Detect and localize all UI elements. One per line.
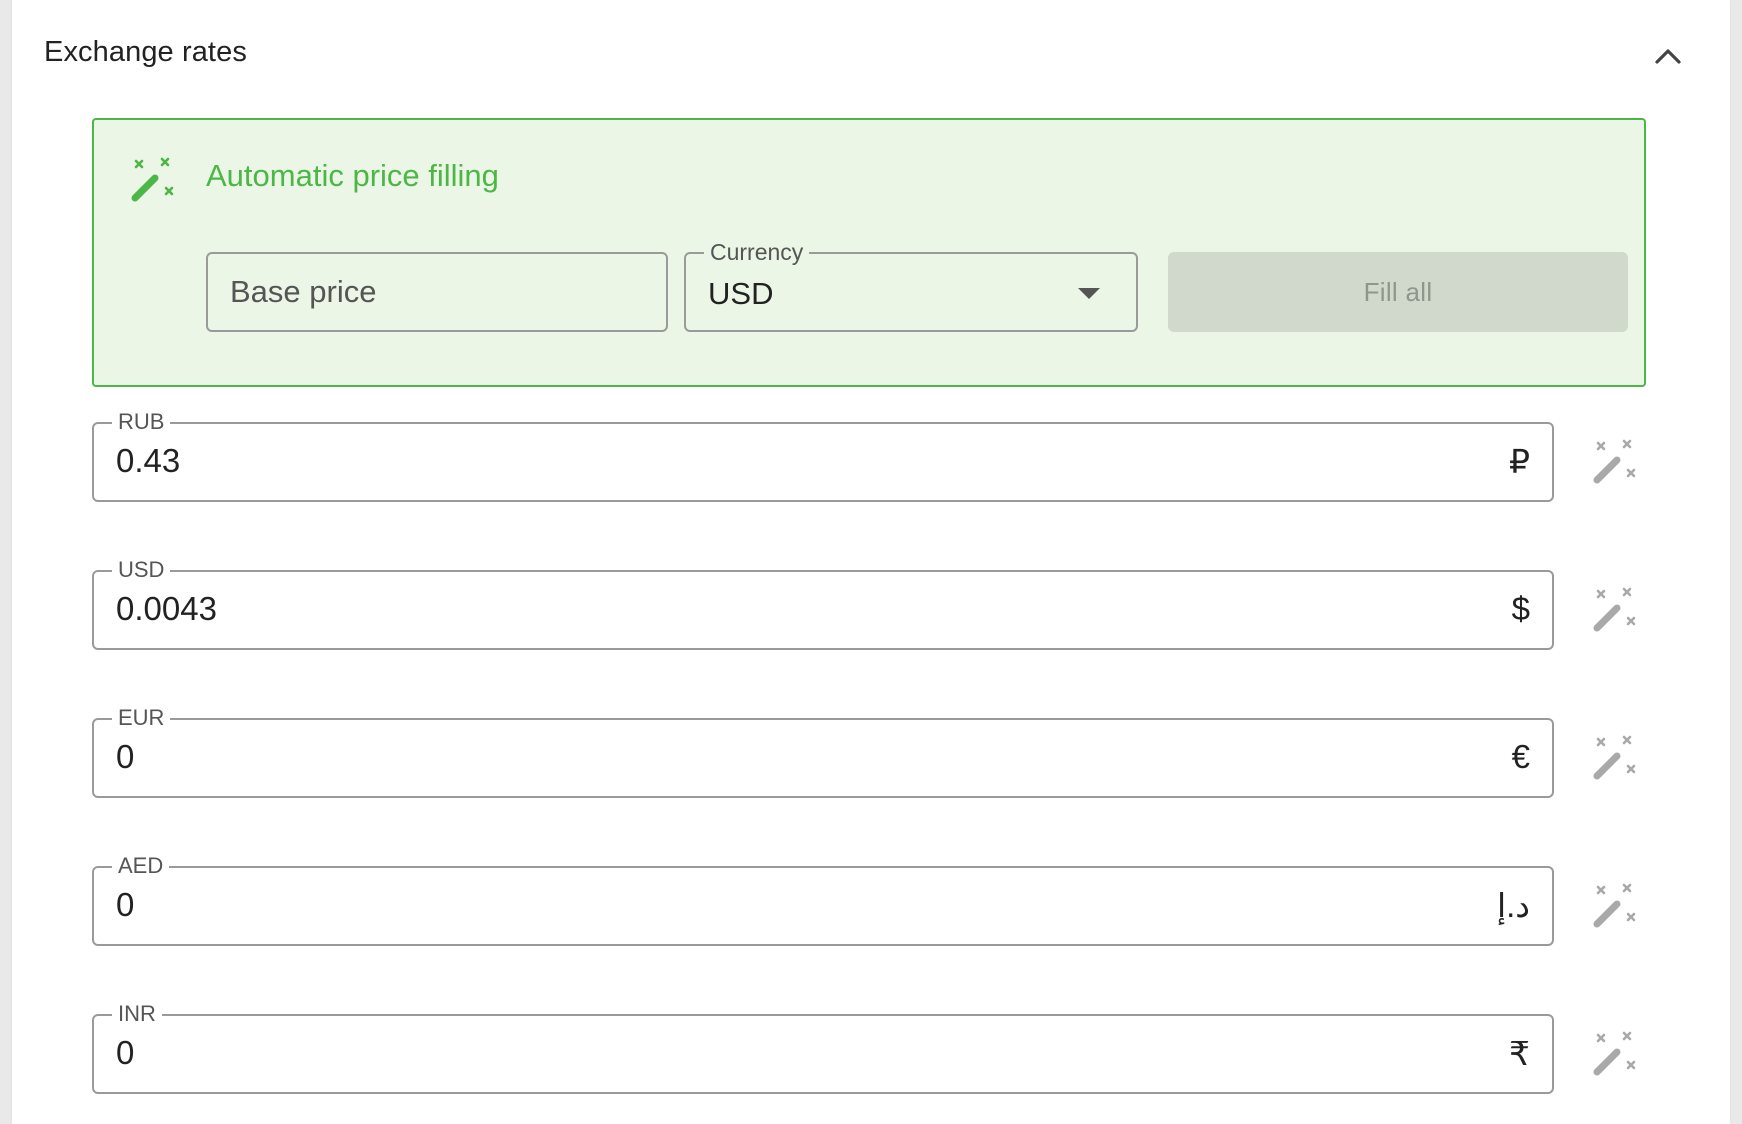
rate-field-inr[interactable]: INR 0 ₹ — [92, 1002, 1554, 1094]
currency-symbol: ₽ — [1509, 443, 1530, 480]
rate-field-rub[interactable]: RUB 0.43 ₽ — [92, 410, 1554, 502]
currency-symbol: ₹ — [1509, 1035, 1530, 1072]
magic-wand-icon — [131, 157, 174, 202]
base-price-input[interactable] — [206, 252, 668, 332]
rate-row-eur: EUR 0 € — [92, 706, 1646, 798]
rate-value: 0.0043 — [116, 590, 217, 627]
rate-value: 0 — [116, 738, 135, 775]
automatic-price-filling-box: Automatic price filling Currency USD Fil… — [92, 118, 1646, 387]
rate-value: 0 — [116, 886, 135, 923]
rate-row-aed: AED 0 د.إ — [92, 854, 1646, 946]
currency-symbol: € — [1511, 738, 1530, 775]
exchange-rates-panel: Exchange rates Automatic price filling C… — [12, 0, 1730, 1124]
rate-label: AED — [112, 854, 170, 878]
magic-wand-icon[interactable] — [1590, 1030, 1638, 1078]
currency-select[interactable]: Currency USD — [684, 239, 1138, 332]
currency-symbol: $ — [1511, 590, 1530, 627]
currency-value: USD — [708, 276, 774, 311]
rate-field-eur[interactable]: EUR 0 € — [92, 706, 1554, 798]
rate-row-inr: INR 0 ₹ — [92, 1002, 1646, 1094]
magic-wand-icon[interactable] — [1590, 882, 1638, 930]
rate-field-usd[interactable]: USD 0.0043 $ — [92, 558, 1554, 650]
collapse-button[interactable] — [1646, 34, 1690, 78]
rate-value: 0 — [116, 1034, 135, 1071]
rate-label: RUB — [112, 410, 171, 434]
automatic-price-filling-title: Automatic price filling — [206, 158, 499, 193]
chevron-up-icon — [1655, 49, 1681, 64]
magic-wand-icon[interactable] — [1590, 734, 1638, 782]
magic-wand-icon[interactable] — [1590, 586, 1638, 634]
rate-field-aed[interactable]: AED 0 د.إ — [92, 854, 1554, 946]
rate-value: 0.43 — [116, 442, 181, 479]
dropdown-arrow-icon — [1078, 288, 1100, 299]
currency-symbol: د.إ — [1496, 887, 1530, 924]
rate-label: USD — [112, 558, 171, 582]
magic-wand-icon[interactable] — [1590, 438, 1638, 486]
rate-row-usd: USD 0.0043 $ — [92, 558, 1646, 650]
section-header[interactable]: Exchange rates — [44, 26, 1690, 82]
rate-row-rub: RUB 0.43 ₽ — [92, 410, 1646, 502]
rate-label: INR — [112, 1002, 162, 1026]
fill-all-button[interactable]: Fill all — [1168, 252, 1628, 332]
currency-label: Currency — [704, 239, 810, 265]
section-title: Exchange rates — [44, 36, 247, 68]
rate-label: EUR — [112, 706, 171, 730]
